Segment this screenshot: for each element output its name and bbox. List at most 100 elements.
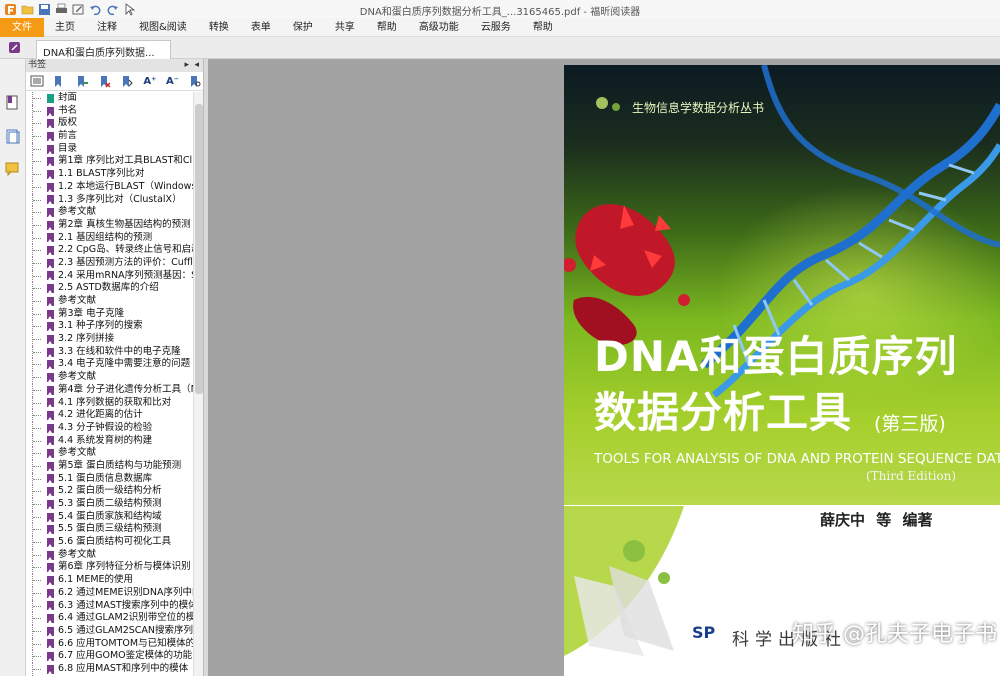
open-icon[interactable]: [20, 3, 34, 16]
bookmark-item[interactable]: 5.5 蛋白质三级结构预测: [26, 523, 194, 537]
delete-bookmark-icon[interactable]: [97, 74, 113, 88]
bookmark-item[interactable]: 2.1 基因组结构的预测: [26, 231, 194, 245]
bookmark-label: 封面: [58, 92, 78, 103]
bookmark-icon: [47, 157, 54, 167]
menu-share[interactable]: 共享: [324, 18, 366, 37]
bookmark-item[interactable]: 6.7 应用GOMO鉴定模体的功能: [26, 650, 194, 663]
expand-bookmark-icon[interactable]: [120, 74, 136, 88]
redo-icon[interactable]: [105, 3, 119, 16]
menu-help-1[interactable]: 帮助: [366, 18, 408, 37]
bookmark-options-icon[interactable]: [29, 74, 45, 88]
bookmark-item[interactable]: 第1章 序列比对工具BLAST和Clusta: [26, 155, 194, 169]
bookmarks-panel-icon[interactable]: [5, 95, 20, 110]
bookmark-item[interactable]: 6.4 通过GLAM2识别带空位的模体: [26, 612, 194, 625]
bookmark-item[interactable]: 6.8 应用MAST和序列中的模体: [26, 662, 194, 676]
bookmark-label: 前言: [58, 130, 78, 142]
bookmark-search-icon[interactable]: [187, 74, 203, 88]
bookmark-item[interactable]: 4.4 系统发育树的构建: [26, 434, 194, 448]
menu-advanced[interactable]: 高级功能: [408, 18, 470, 37]
bookmark-item[interactable]: 6.3 通过MAST搜索序列中的模体: [26, 599, 194, 613]
bookmark-item[interactable]: 6.6 应用TOMTOM与已知模体的比对: [26, 637, 194, 651]
edition-label: (第三版): [874, 413, 946, 435]
bookmark-item[interactable]: 参考文献: [26, 447, 194, 460]
bookmark-label: 参考文献: [58, 447, 97, 459]
bookmark-item[interactable]: 1.3 多序列比对（ClustalX）: [26, 193, 194, 207]
bookmark-item[interactable]: 前言: [26, 130, 194, 143]
bookmark-scrollbar[interactable]: [193, 92, 203, 676]
bookmark-item[interactable]: 第5章 蛋白质结构与功能预测: [26, 459, 194, 473]
bookmark-item[interactable]: 2.4 采用mRNA序列预测基因：Spidey: [26, 269, 194, 283]
pages-panel-icon[interactable]: [5, 129, 20, 144]
bookmark-item[interactable]: 书名: [26, 104, 194, 118]
bookmark-item[interactable]: 3.2 序列拼接: [26, 333, 194, 346]
menu-convert[interactable]: 转换: [198, 18, 240, 37]
bookmark-item[interactable]: 6.2 通过MEME识别DNA序列中的基序: [26, 586, 194, 600]
document-viewer[interactable]: 生物信息学数据分析丛书 DNA和蛋白质序列 数据分析工具 (第三版) TOOLS…: [208, 59, 1000, 676]
edit-icon[interactable]: [71, 3, 85, 16]
bookmark-item[interactable]: 第4章 分子进化遗传分析工具（MEGA: [26, 383, 194, 397]
bookmark-label: 5.1 蛋白质信息数据库: [58, 472, 153, 484]
menu-protect[interactable]: 保护: [282, 18, 324, 37]
bookmark-item[interactable]: 第2章 真核生物基因结构的预测: [26, 218, 194, 232]
undo-icon[interactable]: [88, 3, 102, 16]
bookmark-item[interactable]: 3.3 在线和软件中的电子克隆: [26, 345, 194, 359]
bookmark-item[interactable]: 1.1 BLAST序列比对: [26, 168, 194, 181]
bookmark-item[interactable]: 5.6 蛋白质结构可视化工具: [26, 536, 194, 549]
bookmark-item[interactable]: 2.3 基因预测方法的评价：Cufflinks: [26, 256, 194, 270]
bookmark-label: 6.4 通过GLAM2识别带空位的模体: [58, 612, 194, 624]
bookmark-item[interactable]: 6.1 MEME的使用: [26, 574, 194, 587]
bookmark-item[interactable]: 5.3 蛋白质二级结构预测: [26, 498, 194, 511]
add-child-bookmark-icon[interactable]: [74, 74, 90, 88]
pointer-icon[interactable]: [122, 2, 136, 16]
bookmark-item[interactable]: 2.2 CpG岛、转录终止信号和启动子: [26, 244, 194, 257]
bookmark-item[interactable]: 参考文献: [26, 371, 194, 384]
new-bookmark-icon[interactable]: [52, 74, 68, 88]
bookmark-item[interactable]: 4.1 序列数据的获取和比对: [26, 396, 194, 410]
bookmark-item[interactable]: 4.2 进化距离的估计: [26, 409, 194, 422]
menu-home[interactable]: 主页: [44, 18, 86, 37]
save-icon[interactable]: [37, 3, 51, 16]
menu-form[interactable]: 表单: [240, 18, 282, 37]
panel-collapse-icon[interactable]: ◂: [194, 59, 199, 72]
bookmark-item[interactable]: 6.5 通过GLAM2SCAN搜索序列中的: [26, 624, 194, 638]
menu-view[interactable]: 视图&阅读: [128, 18, 198, 37]
bookmark-item[interactable]: 2.5 ASTD数据库的介绍: [26, 282, 194, 295]
tab-logo-icon[interactable]: [8, 41, 21, 57]
increase-font-icon[interactable]: A⁺: [142, 74, 158, 88]
comments-panel-icon[interactable]: [5, 161, 20, 177]
bookmark-icon: [47, 626, 54, 636]
menu-file[interactable]: 文件: [0, 17, 44, 37]
bookmark-item[interactable]: 第3章 电子克隆: [26, 307, 194, 321]
print-icon[interactable]: [54, 3, 68, 16]
bookmark-icon: [47, 512, 54, 522]
bookmark-item[interactable]: 3.4 电子克隆中需要注意的问题: [26, 358, 194, 372]
bookmark-label: 5.5 蛋白质三级结构预测: [58, 523, 162, 535]
bookmark-item[interactable]: 5.4 蛋白质家族和结构域: [26, 510, 194, 524]
bookmark-item[interactable]: 1.2 本地运行BLAST（Windows系统: [26, 180, 194, 194]
app-logo-icon[interactable]: [3, 3, 17, 16]
decrease-font-icon[interactable]: A⁻: [165, 74, 181, 88]
bookmark-item[interactable]: 目录: [26, 142, 194, 156]
bookmark-item[interactable]: 5.1 蛋白质信息数据库: [26, 472, 194, 486]
bookmark-icon: [47, 639, 54, 649]
bookmark-item[interactable]: 版权: [26, 117, 194, 131]
bookmark-item[interactable]: 5.2 蛋白质一级结构分析: [26, 485, 194, 498]
bookmark-item[interactable]: 4.3 分子钟假设的检验: [26, 421, 194, 435]
scroll-thumb[interactable]: [195, 104, 203, 394]
english-title: TOOLS FOR ANALYSIS OF DNA AND PROTEIN SE…: [594, 451, 1000, 467]
tree-connector: [32, 320, 45, 334]
bookmark-item[interactable]: 封面: [26, 92, 194, 105]
tab-document[interactable]: DNA和蛋白质序列数据...: [36, 40, 171, 59]
bookmark-item[interactable]: 第6章 序列特征分析与模体识别: [26, 561, 194, 575]
decorative-circles: [596, 97, 620, 111]
bookmark-item[interactable]: 参考文献: [26, 548, 194, 562]
bookmark-label: 1.2 本地运行BLAST（Windows系统: [58, 180, 194, 192]
menu-help[interactable]: 帮助: [522, 18, 564, 37]
bookmark-item[interactable]: 3.1 种子序列的搜索: [26, 320, 194, 334]
bookmark-item[interactable]: 参考文献: [26, 206, 194, 219]
panel-expand-icon[interactable]: ▸: [184, 59, 189, 72]
menu-comment[interactable]: 注释: [86, 18, 128, 37]
menu-cloud[interactable]: 云服务: [470, 18, 522, 37]
bookmark-item[interactable]: 参考文献: [26, 295, 194, 308]
tree-connector: [32, 193, 45, 207]
